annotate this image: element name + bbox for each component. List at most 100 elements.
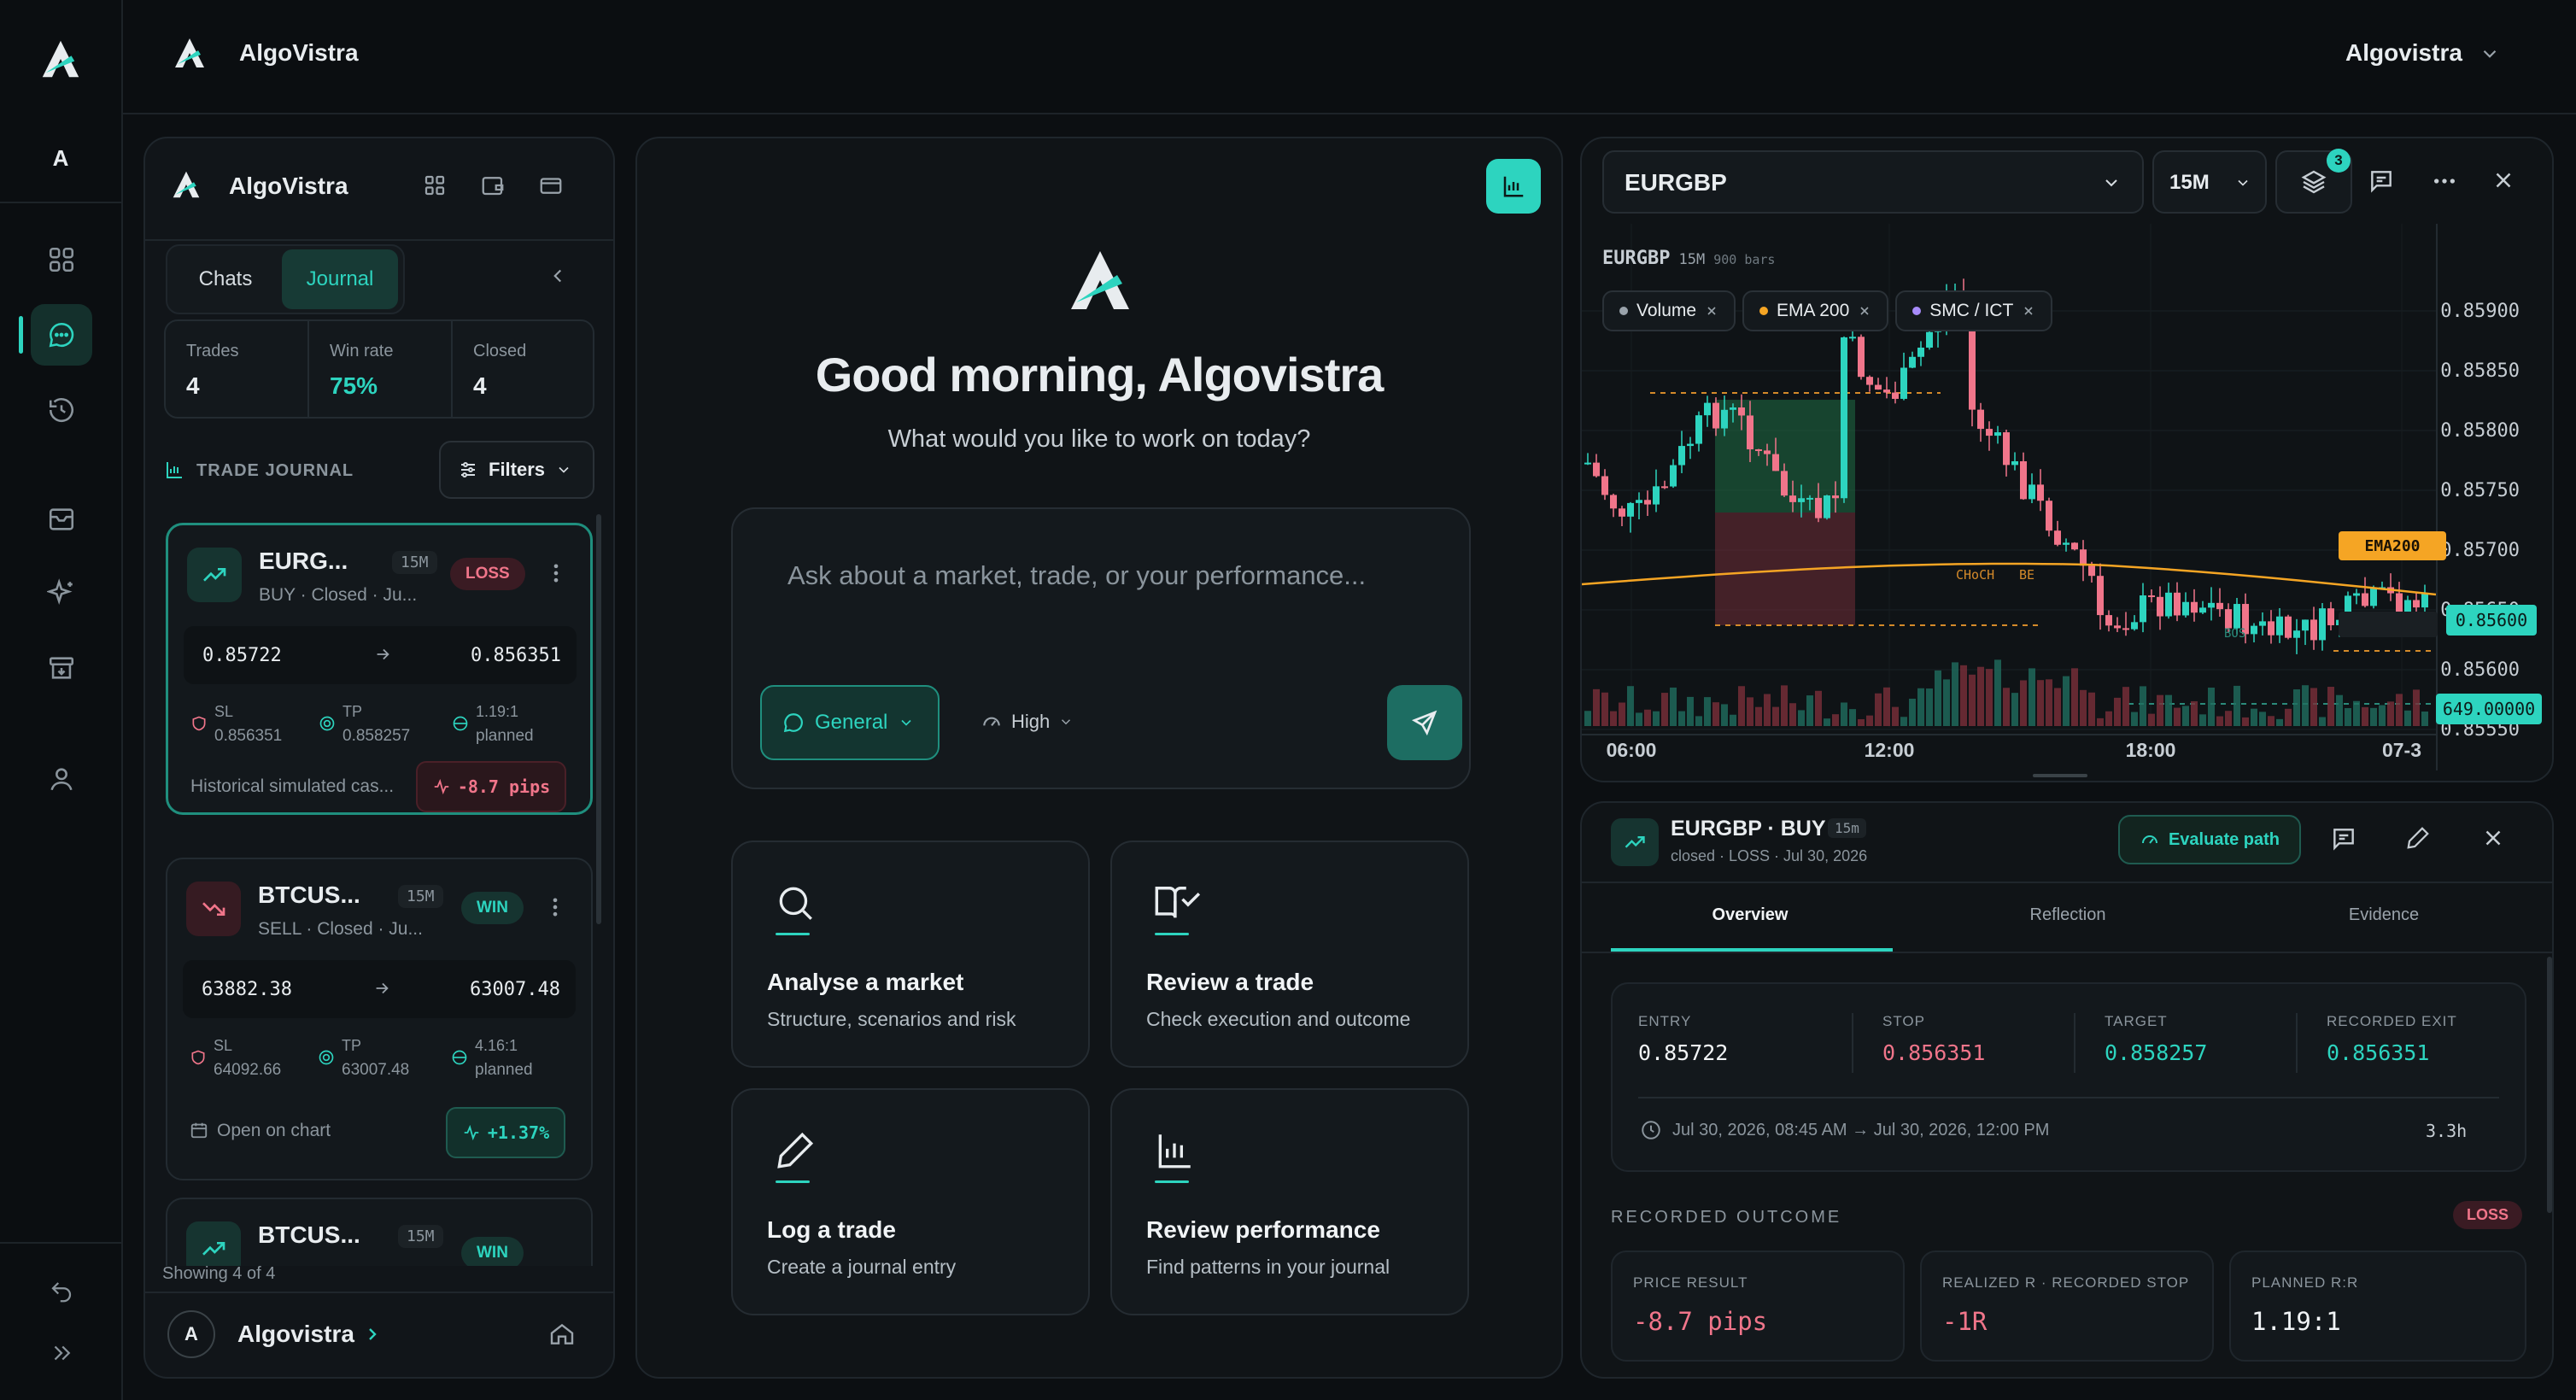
edit-icon[interactable] <box>2405 825 2431 851</box>
more-horizontal-icon[interactable] <box>2431 167 2458 195</box>
ema-label: EMA200 <box>2364 536 2421 555</box>
trade-symbol: BTCUS... <box>258 882 360 908</box>
stat-value: 75% <box>330 372 378 399</box>
inbox-icon[interactable] <box>31 489 92 550</box>
volume-bar <box>2003 688 2010 726</box>
quick-action-card[interactable]: Review performance Find patterns in your… <box>1110 1088 1469 1315</box>
home-icon[interactable] <box>548 1321 576 1348</box>
tab-reflection[interactable]: Reflection <box>1927 905 2209 925</box>
chat-icon[interactable] <box>31 304 92 366</box>
undo-icon[interactable] <box>31 1261 92 1322</box>
volume-bar <box>1678 711 1685 726</box>
candle-body <box>1747 415 1753 450</box>
tab-overview[interactable]: Overview <box>1609 905 1891 925</box>
more-icon[interactable] <box>544 561 568 585</box>
dashboard-icon[interactable] <box>31 229 92 290</box>
user-icon[interactable] <box>31 748 92 810</box>
remove-icon[interactable] <box>1705 304 1718 318</box>
chevron-down-icon <box>2234 174 2251 191</box>
quick-action-card[interactable]: Review a trade Check execution and outco… <box>1110 841 1469 1068</box>
candle-body <box>2046 501 2052 531</box>
more-icon[interactable] <box>543 895 567 919</box>
candle-body <box>1832 495 1839 499</box>
candle-body <box>1755 449 1762 452</box>
tab-evidence[interactable]: Evidence <box>2243 905 2525 925</box>
evaluate-path-button[interactable]: Evaluate path <box>2118 815 2301 864</box>
effort-select[interactable]: High <box>981 711 1074 733</box>
tab-chats[interactable]: Chats <box>173 249 278 309</box>
footer-username[interactable]: Algovistra <box>237 1321 354 1348</box>
comment-icon[interactable] <box>2330 825 2357 852</box>
volume-bar <box>2293 689 2300 726</box>
chevron-down-icon <box>1058 714 1074 729</box>
indicator-tag[interactable]: Volume <box>1602 290 1736 331</box>
collapse-icon[interactable] <box>547 265 569 287</box>
indicator-tag[interactable]: EMA 200 <box>1742 290 1889 331</box>
outcome-value: -1R <box>1942 1307 1988 1336</box>
duration: 3.3h <box>2426 1121 2468 1141</box>
chart-toggle-icon[interactable] <box>1486 159 1541 214</box>
volume-bar <box>1789 703 1796 726</box>
quick-action-card[interactable]: Analyse a market Structure, scenarios an… <box>731 841 1090 1068</box>
chevron-down-icon[interactable] <box>2479 43 2501 65</box>
stats-box: Trades 4 Win rate 75% Closed 4 <box>164 319 594 419</box>
prompt-input[interactable]: Ask about a market, trade, or your perfo… <box>787 560 1366 591</box>
volume-bar <box>1849 709 1856 726</box>
indicator-tag[interactable]: SMC / ICT <box>1895 290 2053 331</box>
volume-bar <box>1824 718 1830 726</box>
candle-body <box>1849 337 1856 339</box>
chevron-down-icon <box>898 714 915 731</box>
close-icon[interactable] <box>2480 825 2506 851</box>
indicator-dot <box>1759 307 1769 315</box>
tp-value: 63007.48 <box>342 1061 410 1079</box>
wallet-icon[interactable] <box>480 173 506 198</box>
candle-body <box>1994 432 2001 436</box>
center-logo-icon <box>1066 246 1134 314</box>
chevron-right-icon[interactable] <box>362 1324 383 1344</box>
entry-price: 63882.38 <box>202 979 292 1000</box>
archive-icon[interactable] <box>31 637 92 699</box>
send-button[interactable] <box>1387 685 1462 760</box>
volume-bar <box>1892 706 1899 726</box>
remove-icon[interactable] <box>1858 304 1871 318</box>
quick-action-card[interactable]: Log a trade Create a journal entry <box>731 1088 1090 1315</box>
open-on-chart-link[interactable]: Open on chart <box>217 1121 331 1141</box>
info-bars: 900 bars <box>1713 252 1776 267</box>
card-icon[interactable] <box>538 173 564 198</box>
ratio-icon <box>451 1049 468 1066</box>
history-icon[interactable] <box>31 379 92 441</box>
remove-icon[interactable] <box>2022 304 2035 318</box>
rail-avatar[interactable]: A <box>0 114 121 203</box>
timeframe-select[interactable]: 15M <box>2152 150 2267 214</box>
close-icon[interactable] <box>2491 167 2516 193</box>
expand-icon[interactable] <box>31 1322 92 1384</box>
level-divider <box>2074 1013 2075 1073</box>
comment-icon[interactable] <box>2368 167 2395 195</box>
scrollbar[interactable] <box>596 514 601 924</box>
avatar[interactable]: A <box>167 1310 215 1358</box>
indicator-list: Volume EMA 200 SMC / ICT <box>1602 290 2053 331</box>
sparkles-icon[interactable] <box>31 562 92 624</box>
symbol-select[interactable]: EURGBP <box>1602 150 2144 214</box>
resize-handle[interactable] <box>2033 774 2087 777</box>
chart-area[interactable]: 0.85900 0.85850 0.85800 0.85750 0.85700 0.856… <box>1582 224 2552 781</box>
mode-select[interactable]: General <box>760 685 940 760</box>
level-label: STOP <box>1882 1013 1925 1029</box>
tab-journal[interactable]: Journal <box>282 249 398 309</box>
rail-logo-icon[interactable] <box>39 38 82 80</box>
trade-card[interactable]: BTCUS... 15M WIN <box>166 1198 593 1266</box>
trade-card[interactable]: BTCUS... 15M WIN SELL · Closed · Ju... 6… <box>166 858 593 1180</box>
grid-icon[interactable] <box>422 173 448 198</box>
volume-bar <box>2225 711 2232 726</box>
candle-body <box>1721 409 1728 429</box>
volume-bar <box>1738 686 1745 726</box>
scrollbar[interactable] <box>2547 957 2552 1213</box>
filters-button[interactable]: Filters <box>439 441 594 499</box>
volume-bar <box>1806 695 1813 726</box>
trade-card[interactable]: EURG... 15M LOSS BUY · Closed · Ju... 0.… <box>166 523 593 815</box>
candle-body <box>1687 443 1694 447</box>
volume-value-label: 649.00000 <box>2436 694 2542 724</box>
trade-detail-panel: EURGBP · BUY 15m closed · LOSS · Jul 30,… <box>1580 801 2554 1379</box>
target-icon <box>319 715 336 732</box>
user-menu[interactable]: Algovistra <box>2345 39 2462 67</box>
